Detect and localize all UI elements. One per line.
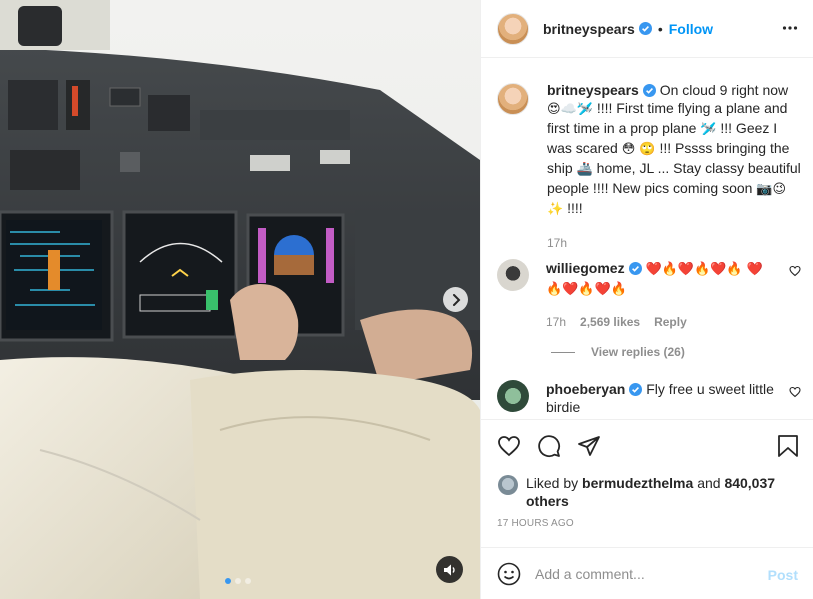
heart-icon[interactable] <box>789 265 801 277</box>
caption-body: !!!! <box>563 200 583 216</box>
reply-button[interactable]: Reply <box>654 313 687 331</box>
post-date[interactable]: 17 HOURS AGO <box>497 518 574 529</box>
post-comment-button[interactable]: Post <box>768 567 798 583</box>
speaker-icon <box>443 564 455 575</box>
instagram-post: britneyspears • Follow britneyspears On … <box>0 0 813 599</box>
caption-emoji: 🚢 <box>576 162 593 177</box>
more-options-icon[interactable] <box>782 20 798 36</box>
caption-emoji: 😍☁️🛩️ <box>547 102 593 117</box>
caption-username[interactable]: britneyspears <box>547 82 639 98</box>
comment-likes[interactable]: 2,569 likes <box>580 313 640 331</box>
carousel-dot <box>225 578 231 584</box>
action-bar <box>481 419 813 471</box>
liker-avatar[interactable] <box>498 475 518 495</box>
comment-body: phoeberyan Fly free u sweet little birdi… <box>546 380 776 416</box>
verified-badge-icon <box>638 22 652 35</box>
caption-emoji: 😳 🙄 <box>621 142 656 157</box>
likes-prefix: Liked by <box>526 475 579 491</box>
post-side-panel: britneyspears • Follow britneyspears On … <box>480 0 813 599</box>
carousel-indicator <box>225 578 251 584</box>
carousel-next-button[interactable] <box>443 287 468 312</box>
verified-badge-icon <box>628 262 642 275</box>
liker-username[interactable]: bermudezthelma <box>582 475 693 491</box>
comment-meta: 17h 2,569 likes Reply <box>546 313 776 331</box>
likes-summary: Liked by bermudezthelma and 840,037 othe… <box>498 474 798 510</box>
header-separator: • <box>657 20 663 37</box>
cockpit-photo <box>0 0 480 599</box>
post-media[interactable] <box>0 0 480 599</box>
comment-input[interactable] <box>535 565 755 582</box>
view-replies-button[interactable]: View replies (26) <box>551 345 685 359</box>
paper-plane-icon[interactable] <box>577 434 601 458</box>
add-comment-bar: Post <box>481 547 813 599</box>
caption-timestamp[interactable]: 17h <box>547 234 802 252</box>
likes-and: and <box>697 475 721 491</box>
author-username[interactable]: britneyspears <box>543 21 635 37</box>
author-avatar[interactable] <box>497 12 529 45</box>
follow-button[interactable]: Follow <box>669 21 713 37</box>
commenter-username[interactable]: williegomez <box>546 260 625 276</box>
caption-emoji: 🛩️ <box>700 122 717 137</box>
commenter-username[interactable]: phoeberyan <box>546 381 625 397</box>
likes-text: Liked by bermudezthelma and 840,037 othe… <box>526 474 798 510</box>
verified-badge-icon <box>629 383 643 396</box>
commenter-avatar[interactable] <box>497 259 529 291</box>
comment-item: phoeberyan Fly free u sweet little birdi… <box>497 380 801 416</box>
comment-timestamp[interactable]: 17h <box>546 313 566 331</box>
bookmark-icon[interactable] <box>777 434 799 458</box>
smiley-icon[interactable] <box>497 562 521 586</box>
heart-icon[interactable] <box>497 434 521 458</box>
view-replies-label: View replies (26) <box>591 345 685 359</box>
post-header: britneyspears • Follow <box>481 0 813 58</box>
comment-bubble-icon[interactable] <box>537 434 561 458</box>
comment-body: williegomez ❤️🔥❤️🔥❤️🔥 ❤️🔥❤️🔥❤️🔥 17h 2,56… <box>546 259 776 331</box>
sound-toggle-button[interactable] <box>436 556 463 583</box>
comments-section[interactable]: britneyspears On cloud 9 right now 😍☁️🛩️… <box>481 59 813 418</box>
verified-badge-icon <box>642 84 656 97</box>
comment-item: williegomez ❤️🔥❤️🔥❤️🔥 ❤️🔥❤️🔥❤️🔥 17h 2,56… <box>497 259 801 331</box>
heart-icon[interactable] <box>789 386 801 398</box>
chevron-right-icon <box>452 293 460 306</box>
commenter-avatar[interactable] <box>497 380 529 412</box>
caption-lead: On cloud 9 right now <box>659 82 789 98</box>
caption-text: britneyspears On cloud 9 right now 😍☁️🛩️… <box>547 81 802 252</box>
author-avatar[interactable] <box>497 83 529 115</box>
replies-divider <box>551 351 575 353</box>
carousel-dot <box>245 578 251 584</box>
carousel-dot <box>235 578 241 584</box>
post-caption: britneyspears On cloud 9 right now 😍☁️🛩️… <box>497 81 802 252</box>
